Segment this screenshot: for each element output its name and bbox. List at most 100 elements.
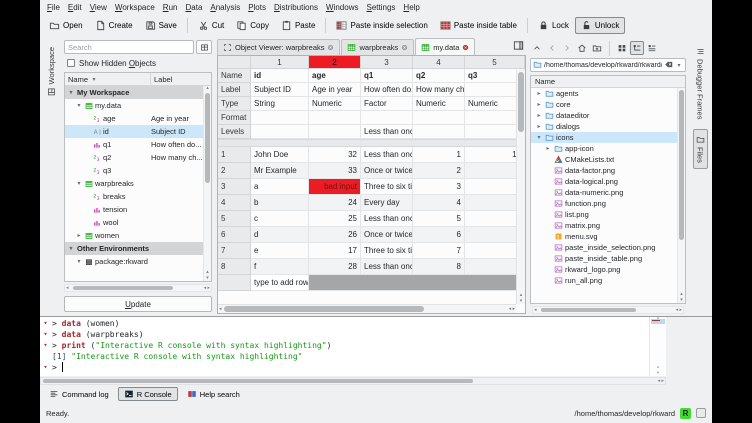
close-red-icon[interactable]	[462, 44, 469, 51]
expander-icon[interactable]: ▸	[75, 232, 83, 239]
up-button[interactable]	[530, 41, 544, 55]
row-header[interactable]: 4	[218, 195, 251, 211]
expander-icon[interactable]: ▸	[535, 123, 543, 130]
expander-icon[interactable]: ▸	[535, 90, 543, 97]
file-item-matrix-png[interactable]: matrix.png	[531, 220, 685, 231]
view-short-button[interactable]	[615, 41, 629, 55]
home-button[interactable]	[575, 41, 589, 55]
files-vertical-scrollbar[interactable]: ▴ ▾	[677, 88, 685, 303]
expander-icon[interactable]: ▾	[67, 89, 75, 96]
cell[interactable]: b	[251, 195, 309, 211]
console-minimap-scrollbar[interactable]: ▴ ▴ ▾	[649, 317, 666, 376]
cell[interactable]: c	[251, 211, 309, 227]
file-item-icons[interactable]: ▾icons	[531, 132, 685, 143]
fold-marker-icon[interactable]: ▾	[40, 362, 51, 373]
menu-analysis[interactable]: Analysis	[206, 2, 244, 13]
cell[interactable]: Three to six ti..	[361, 243, 413, 259]
cell[interactable]: 5	[413, 211, 465, 227]
cell[interactable]: 1	[413, 147, 465, 163]
menu-file[interactable]: File	[43, 2, 64, 13]
file-item-dialogs[interactable]: ▸dialogs	[531, 121, 685, 132]
column-header-1[interactable]: 1	[251, 56, 309, 69]
file-item-dataeditor[interactable]: ▸dataeditor	[531, 110, 685, 121]
scroll-left-icon[interactable]: ◂	[219, 305, 222, 313]
cell[interactable]: 32	[309, 147, 361, 163]
files-horizontal-scrollbar[interactable]: ◂ ◂ ▸	[532, 306, 684, 314]
workspace-search-input[interactable]	[64, 40, 194, 54]
show-hidden-objects-checkbox[interactable]: Show Hidden Objects	[67, 57, 212, 69]
expander-icon[interactable]: ▾	[75, 180, 83, 187]
row-header[interactable]: Levels	[218, 125, 251, 139]
row-header[interactable]: 3	[218, 179, 251, 195]
cell[interactable]	[309, 125, 361, 139]
combo-caret-icon[interactable]: ▾	[675, 62, 683, 69]
cell[interactable]: 24	[309, 195, 361, 211]
cell[interactable]: Numeric	[309, 97, 361, 111]
dock-tab-files[interactable]: Files	[693, 129, 708, 169]
tab-warpbreaks[interactable]: warpbreaks	[341, 39, 414, 55]
unlock-button[interactable]: Unlock	[575, 17, 625, 34]
cell[interactable]: 6	[413, 227, 465, 243]
column-header-name[interactable]: Name ▾	[65, 73, 151, 85]
cell[interactable]: f	[251, 259, 309, 275]
tool-tab-help-search[interactable]: Help search	[181, 387, 246, 401]
file-item-app-icon[interactable]: ▸app-icon	[531, 143, 685, 154]
file-item-cmakelists-txt[interactable]: CMakeLists.txt	[531, 154, 685, 165]
tool-tab-command-log[interactable]: Command log	[43, 387, 115, 401]
file-item-paste-inside-table-png[interactable]: paste_inside_table.png	[531, 253, 685, 264]
tool-tab-r-console[interactable]: R Console	[118, 387, 178, 401]
cell[interactable]: Subject ID	[251, 83, 309, 97]
file-item-run-all-png[interactable]: run_all.png	[531, 275, 685, 286]
menu-distributions[interactable]: Distributions	[270, 2, 322, 13]
expander-icon[interactable]: ▸	[544, 145, 552, 152]
cell[interactable]	[413, 125, 465, 139]
cell[interactable]: 2	[413, 163, 465, 179]
column-header-3[interactable]: 3	[361, 56, 413, 69]
row-header[interactable]: Label	[218, 83, 251, 97]
menu-settings[interactable]: Settings	[362, 2, 399, 13]
cell[interactable]	[251, 111, 309, 125]
cell[interactable]: Once or twice...	[361, 163, 413, 179]
close-gray-icon[interactable]	[327, 44, 334, 51]
row-header[interactable]: 1	[218, 147, 251, 163]
file-item-data-factor-png[interactable]: data-factor.png	[531, 165, 685, 176]
tree-item-warpbreaks[interactable]: ▾warpbreaks	[65, 177, 211, 190]
tree-item-q2[interactable]: 23q2How many ch...	[65, 151, 211, 164]
cell[interactable]: How many ch...	[413, 83, 465, 97]
update-button[interactable]: Update	[64, 296, 212, 312]
cell[interactable]: Mr Example	[251, 163, 309, 179]
checkbox-box[interactable]	[67, 59, 75, 67]
cell[interactable]: a	[251, 179, 309, 195]
cell[interactable]: 25	[309, 211, 361, 227]
column-header-label[interactable]: Label	[151, 73, 175, 85]
scroll-right-icon[interactable]: ◂ ▸	[658, 378, 664, 384]
tree-item-my-data[interactable]: ▾my.data	[65, 99, 211, 112]
workspace-tree-vertical-scrollbar[interactable]: ▴ ▴ ▾	[203, 86, 211, 281]
row-header[interactable]: Format	[218, 111, 251, 125]
scroll-up-icon[interactable]: ▴	[204, 86, 211, 91]
cell[interactable]: 33	[309, 163, 361, 179]
cell[interactable]: 28	[309, 259, 361, 275]
workspace-tree-horizontal-scrollbar[interactable]: ◂ ◂ ▸	[64, 284, 212, 292]
row-header[interactable]: Name	[218, 69, 251, 83]
tree-item-women[interactable]: ▸women	[65, 229, 211, 242]
row-header[interactable]: 2	[218, 163, 251, 179]
tree-item-breaks[interactable]: 23breaks	[65, 190, 211, 203]
cell[interactable]	[251, 125, 309, 139]
file-item-function-png[interactable]: function.png	[531, 198, 685, 209]
fold-marker-icon[interactable]: ▾	[40, 329, 51, 340]
scroll-left-icon[interactable]: ◂	[66, 285, 69, 291]
row-header[interactable]: 7	[218, 243, 251, 259]
meta-data-splitter[interactable]	[218, 139, 525, 147]
cell[interactable]: Three to six ti..	[361, 179, 413, 195]
editor-horizontal-scrollbar[interactable]: ◂ ◂ ▸	[218, 304, 516, 313]
view-tree-button[interactable]	[630, 41, 644, 55]
scroll-right-icon[interactable]: ◂ ▸	[676, 307, 682, 313]
cell[interactable]	[413, 111, 465, 125]
file-item-agents[interactable]: ▸agents	[531, 88, 685, 99]
expander-icon[interactable]: ▾	[67, 245, 75, 252]
files-column-header[interactable]: Name	[531, 76, 685, 88]
expander-icon[interactable]: ▾	[535, 134, 543, 141]
row-header[interactable]: 5	[218, 211, 251, 227]
menu-data[interactable]: Data	[181, 2, 206, 13]
